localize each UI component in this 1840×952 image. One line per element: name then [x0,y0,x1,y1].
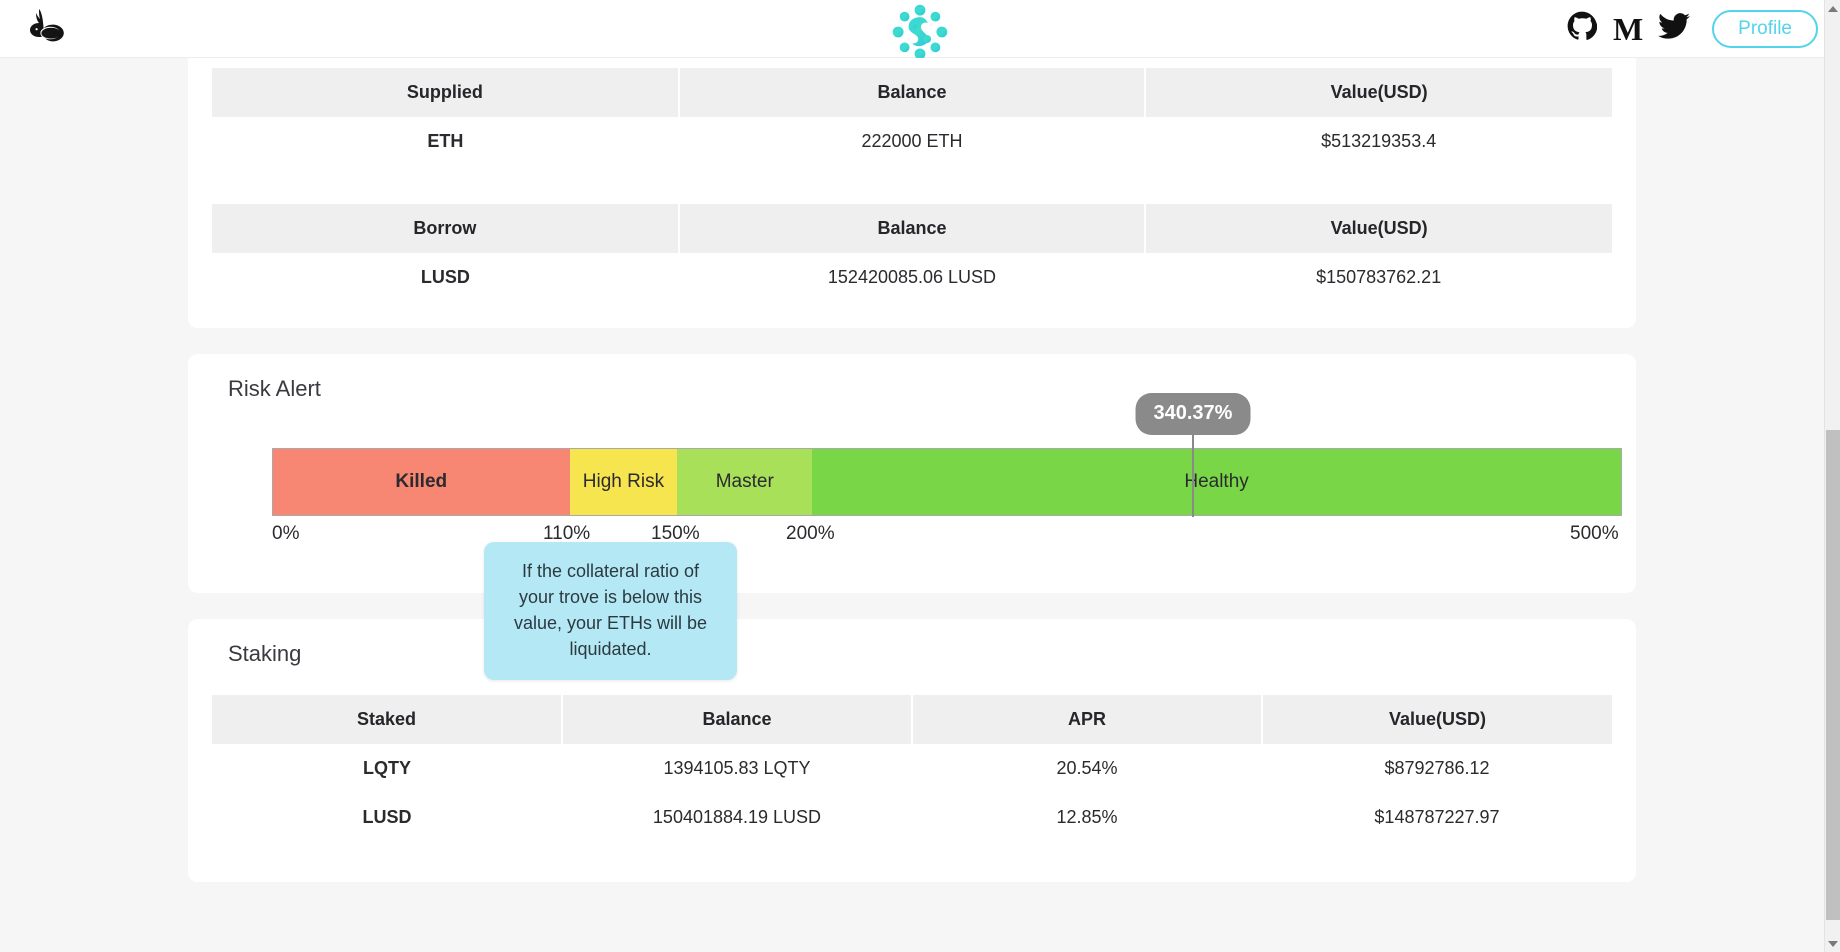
supplied-table: Supplied Balance Value(USD) ETH 222000 E… [212,68,1612,166]
borrow-balance: 152420085.06 LUSD [678,253,1146,302]
staked-asset: LQTY [212,744,562,793]
staked-apr: 12.85% [912,793,1262,842]
column-header-value: Value(USD) [1145,204,1612,253]
risk-segment-healthy: Healthy [812,449,1621,515]
risk-tooltip: If the collateral ratio of your trove is… [484,542,737,681]
table-header-row: Supplied Balance Value(USD) [212,68,1612,117]
staked-apr: 20.54% [912,744,1262,793]
rabbit-logo-icon[interactable] [24,8,70,49]
borrow-value: $150783762.21 [1145,253,1612,302]
medium-icon[interactable]: M [1613,13,1643,45]
twitter-icon[interactable] [1658,12,1691,45]
table-row: LUSD 150401884.19 LUSD 12.85% $148787227.97 [212,793,1612,842]
axis-tick-label: 0% [272,523,300,544]
table-row: ETH 222000 ETH $513219353.4 [212,117,1612,166]
staked-asset: LUSD [212,793,562,842]
table-row: LQTY 1394105.83 LQTY 20.54% $8792786.12 [212,744,1612,793]
risk-segment-label: Master [715,471,774,492]
risk-marker-badge: 340.37% [1135,393,1251,435]
risk-segment-label: High Risk [582,471,665,492]
vertical-scrollbar[interactable] [1824,0,1840,952]
borrow-asset: LUSD [212,253,679,302]
nav-right-group: M Profile [1567,9,1818,48]
column-header-borrow: Borrow [212,204,680,253]
table-row: LUSD 152420085.06 LUSD $150783762.21 [212,253,1612,302]
staking-title: Staking [228,641,302,666]
staked-value: $8792786.12 [1262,744,1612,793]
column-header-balance: Balance [678,204,1147,253]
molecule-logo-icon[interactable] [892,2,948,60]
risk-gauge: Killed High Risk Master Healthy 340.37% 0% 11… [237,393,1622,551]
risk-marker-line [1191,425,1194,517]
table-spacer [188,166,1636,204]
github-icon[interactable] [1567,11,1598,46]
column-header-apr: APR [912,695,1263,744]
supplied-value: $513219353.4 [1145,117,1612,166]
risk-alert-title: Risk Alert [228,376,321,401]
column-header-balance: Balance [562,695,913,744]
scrollbar-thumb[interactable] [1826,430,1840,920]
scroll-content: Supplied Balance Value(USD) ETH 222000 E… [0,58,1824,952]
risk-segment-high-risk: High Risk [569,449,678,515]
column-header-value: Value(USD) [1262,695,1612,744]
risk-segment-killed: Killed [273,449,570,515]
column-header-staked: Staked [212,695,563,744]
risk-segment-label: Healthy [1184,471,1249,492]
top-navigation-bar: M Profile [0,0,1840,60]
risk-segment-label: Killed [395,471,448,492]
staked-value: $148787227.97 [1262,793,1612,842]
profile-button[interactable]: Profile [1712,9,1818,48]
table-header-row: Staked Balance APR Value(USD) [212,695,1612,744]
column-header-value: Value(USD) [1145,68,1612,117]
scroll-up-arrow-icon[interactable] [1825,0,1840,17]
risk-axis-ticks: 0% 110% 150% 200% 500% [272,523,1622,551]
axis-tick-label: 500% [1570,523,1619,544]
risk-segment-master: Master [677,449,813,515]
staking-table: Staked Balance APR Value(USD) LQTY 139410… [212,695,1612,842]
risk-alert-card: Risk Alert Killed High Risk Master Healthy 3… [188,354,1636,681]
staked-balance: 150401884.19 LUSD [562,793,912,842]
column-header-supplied: Supplied [212,68,680,117]
column-header-balance: Balance [678,68,1147,117]
positions-card: Supplied Balance Value(USD) ETH 222000 E… [188,58,1636,328]
axis-tick-label: 200% [786,523,835,544]
staking-card: Staking Staked Balance APR Value(USD) LQ… [188,619,1636,882]
staked-balance: 1394105.83 LQTY [562,744,912,793]
supplied-asset: ETH [212,117,679,166]
supplied-balance: 222000 ETH [678,117,1146,166]
table-header-row: Borrow Balance Value(USD) [212,204,1612,253]
borrow-table: Borrow Balance Value(USD) LUSD 152420085… [212,204,1612,302]
scroll-down-arrow-icon[interactable] [1825,935,1840,952]
risk-bar[interactable]: Killed High Risk Master Healthy 340.37% [272,393,1622,517]
